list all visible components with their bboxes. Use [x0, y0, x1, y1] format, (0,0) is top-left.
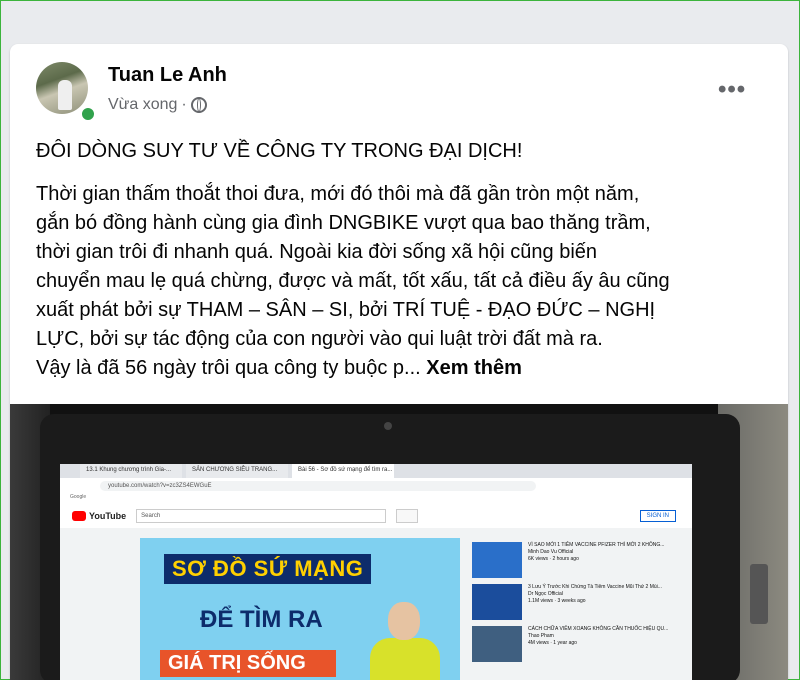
suggested-title: 3 Lưu Ý Trước Khi Chứng Tà Tiêm Vaccine … [528, 584, 662, 590]
meta-separator: · [181, 96, 187, 113]
suggested-video-text: 3 Lưu Ý Trước Khi Chứng Tà Tiêm Vaccine … [528, 584, 662, 620]
presenter-shirt [370, 638, 440, 680]
more-options-icon[interactable]: ••• [718, 76, 746, 104]
suggested-title: CÁCH CHỮA VIÊM XOANG KHÔNG CẦN THUỐC HIỆ… [528, 626, 669, 632]
suggested-video-text: VÌ SAO MỚI 1 TIÊM VACCINE PFIZER THÌ MỚI… [528, 542, 664, 578]
suggested-video: 3 Lưu Ý Trước Khi Chứng Tà Tiêm Vaccine … [472, 584, 672, 620]
post-photo[interactable]: 13.1 Khung chương trình Gia-... SẢN CHƯƠ… [10, 404, 788, 680]
youtube-suggestions: VÌ SAO MỚI 1 TIÊM VACCINE PFIZER THÌ MỚI… [472, 542, 672, 668]
video-thumbnail [472, 584, 522, 620]
youtube-play-icon [72, 511, 86, 521]
youtube-video-player: SƠ ĐỒ SỨ MẠNG ĐỂ TÌM RA GIÁ TRỊ SỐNG [140, 538, 460, 680]
video-presenter [370, 602, 440, 680]
laptop-screen: 13.1 Khung chương trình Gia-... SẢN CHƯƠ… [60, 464, 692, 680]
youtube-search-icon [396, 509, 419, 523]
post-meta: Vừa xong · [108, 96, 207, 114]
video-title-line2: ĐỂ TÌM RA [200, 606, 323, 633]
suggested-views: 6K views · 2 hours ago [528, 556, 579, 562]
youtube-header: YouTube Search SIGN IN [60, 504, 692, 528]
presenter-head [388, 602, 420, 640]
post-body: Thời gian thấm thoắt thoi đưa, mới đó th… [36, 180, 776, 383]
youtube-search-box: Search [136, 509, 387, 523]
browser-tabbar: 13.1 Khung chương trình Gia-... SẢN CHƯƠ… [60, 464, 692, 478]
author-avatar[interactable] [36, 62, 88, 114]
suggested-video: CÁCH CHỮA VIÊM XOANG KHÔNG CẦN THUỐC HIỆ… [472, 626, 672, 662]
avatar-person [58, 80, 72, 110]
youtube-logo-text: YouTube [89, 511, 127, 521]
author-name[interactable]: Tuan Le Anh [108, 64, 227, 87]
browser-tab-active: Bài 56 - Sơ đồ sứ mạng để tìm ra... [292, 464, 394, 478]
globe-icon[interactable] [190, 97, 207, 113]
suggested-channel: Thao Pham [528, 633, 554, 639]
laptop-camera [384, 422, 392, 430]
video-title-line3: GIÁ TRỊ SỐNG [160, 650, 336, 677]
online-status-dot [80, 106, 96, 122]
browser-urlbar: youtube.com/watch?v=zc3ZS4EWGuE [60, 478, 692, 494]
video-thumbnail [472, 626, 522, 662]
post-headline: ĐÔI DÒNG SUY TƯ VỀ CÔNG TY TRONG ĐẠI DỊC… [36, 140, 523, 162]
photo-door-hinge [750, 564, 768, 624]
suggested-title: VÌ SAO MỚI 1 TIÊM VACCINE PFIZER THÌ MỚI… [528, 542, 665, 548]
bookmarks-bar: Google [60, 494, 692, 504]
post-body-text: Thời gian thấm thoắt thoi đưa, mới đó th… [36, 183, 670, 379]
facebook-post-card: Tuan Le Anh Vừa xong · ••• ĐÔI DÒNG SUY … [10, 44, 788, 680]
browser-url: youtube.com/watch?v=zc3ZS4EWGuE [100, 481, 536, 491]
suggested-video-text: CÁCH CHỮA VIÊM XOANG KHÔNG CẦN THUỐC HIỆ… [528, 626, 668, 662]
youtube-sign-in: SIGN IN [639, 510, 676, 522]
video-thumbnail [472, 542, 522, 578]
browser-tab: 13.1 Khung chương trình Gia-... [80, 464, 182, 478]
youtube-logo: YouTube [72, 511, 126, 521]
browser-tab: SẢN CHƯƠNG SIÊU TRANG... [186, 464, 288, 478]
suggested-video: VÌ SAO MỚI 1 TIÊM VACCINE PFIZER THÌ MỚI… [472, 542, 672, 578]
video-title-line1: SƠ ĐỒ SỨ MẠNG [164, 554, 372, 584]
suggested-channel: Dr Ngọc Official [528, 591, 563, 597]
suggested-channel: Minh Dao Vu Official [528, 549, 574, 555]
suggested-views: 4M views · 1 year ago [528, 640, 577, 646]
suggested-views: 1.1M views · 3 weeks ago [528, 598, 586, 604]
see-more-link[interactable]: Xem thêm [426, 357, 522, 379]
post-timestamp[interactable]: Vừa xong [108, 96, 177, 114]
